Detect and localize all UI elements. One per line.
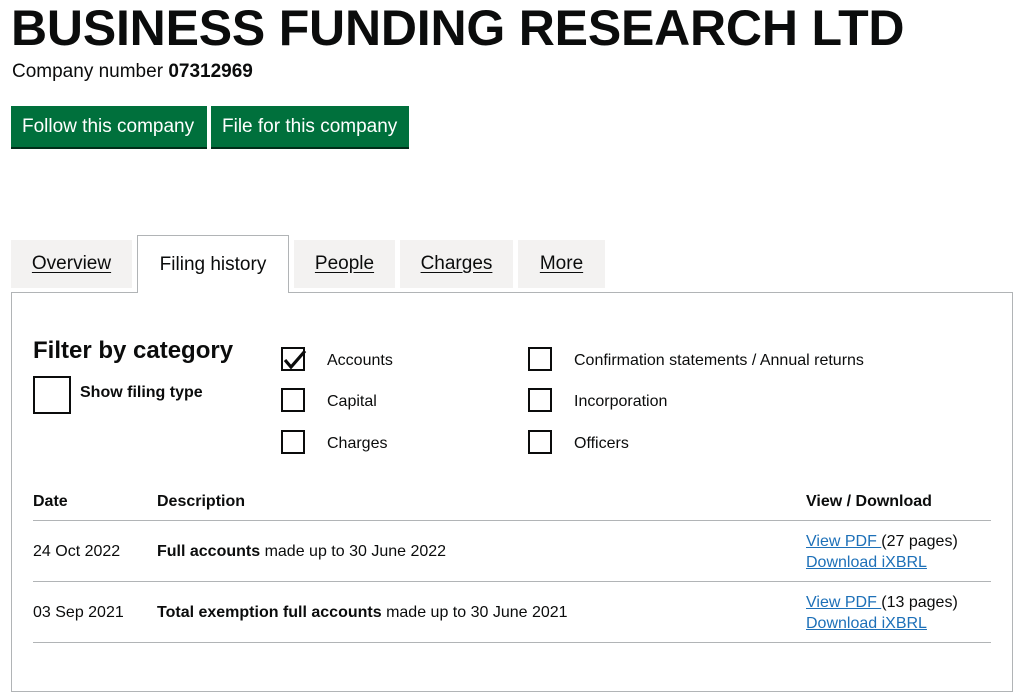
company-number: Company number 07312969: [12, 61, 253, 83]
company-number-value: 07312969: [168, 61, 253, 82]
confirmation-statements-label: Confirmation statements / Annual returns: [574, 352, 864, 369]
row-2-description-detail: made up to 30 June 2021: [381, 604, 568, 621]
column-header-date: Date: [33, 493, 68, 510]
tab-more[interactable]: More: [518, 240, 605, 288]
row-1-description-type: Full accounts: [157, 543, 261, 560]
column-header-description: Description: [157, 493, 246, 510]
table-row-divider: [33, 581, 991, 582]
row-2-view-pdf-link[interactable]: View PDF: [806, 594, 881, 611]
capital-label: Capital: [327, 393, 377, 410]
filter-heading: Filter by category: [33, 337, 234, 364]
company-number-label: Company number: [12, 61, 164, 82]
incorporation-checkbox[interactable]: [528, 388, 552, 412]
incorporation-label: Incorporation: [574, 393, 668, 410]
officers-checkbox[interactable]: [528, 430, 552, 454]
row-1-page-count: (27 pages): [881, 533, 958, 550]
officers-label: Officers: [574, 435, 629, 452]
confirmation-statements-checkbox[interactable]: [528, 347, 552, 371]
charges-checkbox[interactable]: [281, 430, 305, 454]
file-for-company-button[interactable]: File for this company: [211, 106, 409, 147]
follow-company-button[interactable]: Follow this company: [11, 106, 207, 147]
row-2-view: View PDF (13 pages): [806, 593, 958, 613]
row-1-view: View PDF (27 pages): [806, 532, 958, 552]
accounts-checkbox[interactable]: [281, 347, 307, 371]
show-filing-type-label: Show filing type: [80, 384, 203, 401]
column-header-view-download: View / Download: [806, 493, 932, 510]
charges-label: Charges: [327, 435, 388, 452]
show-filing-type-checkbox[interactable]: [33, 376, 71, 414]
row-1-date: 24 Oct 2022: [33, 543, 121, 560]
tab-overview[interactable]: Overview: [11, 240, 132, 288]
row-2-date: 03 Sep 2021: [33, 604, 124, 621]
table-row-divider: [33, 642, 991, 643]
tab-filing-history[interactable]: Filing history: [137, 235, 289, 293]
row-1-view-pdf-link[interactable]: View PDF: [806, 533, 881, 550]
accounts-label: Accounts: [327, 352, 393, 369]
row-1-description-detail: made up to 30 June 2022: [260, 543, 447, 560]
company-name: BUSINESS FUNDING RESEARCH LTD: [11, 0, 905, 56]
row-1-description: Full accounts made up to 30 June 2022: [157, 542, 446, 562]
row-2-description: Total exemption full accounts made up to…: [157, 603, 568, 623]
capital-checkbox[interactable]: [281, 388, 305, 412]
row-1-download-ixbrl-link[interactable]: Download iXBRL: [806, 553, 927, 573]
row-2-download-ixbrl-link[interactable]: Download iXBRL: [806, 614, 927, 634]
table-divider: [33, 520, 991, 521]
row-2-page-count: (13 pages): [881, 594, 958, 611]
row-2-description-type: Total exemption full accounts: [157, 604, 382, 621]
tab-people[interactable]: People: [294, 240, 395, 288]
checkmark-icon: [283, 349, 307, 370]
tab-charges[interactable]: Charges: [400, 240, 513, 288]
